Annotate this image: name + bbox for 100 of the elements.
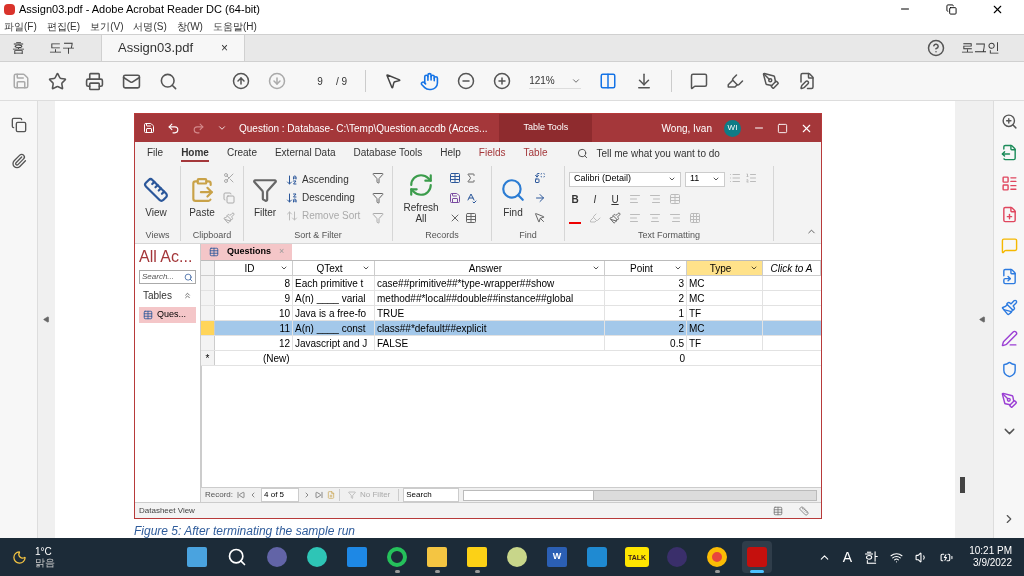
tab[interactable]: Assign03.pdf × xyxy=(101,35,245,61)
search-icon[interactable] xyxy=(577,147,589,159)
tab[interactable]: 도구 xyxy=(37,35,87,61)
document-tab[interactable]: Questions × xyxy=(201,244,293,260)
ribbon-tab[interactable]: Create xyxy=(226,144,257,162)
previous-page-icon[interactable] xyxy=(232,72,250,90)
scrollbar-thumb[interactable] xyxy=(464,490,595,500)
user-avatar[interactable]: WI xyxy=(724,119,741,137)
go-to-icon[interactable] xyxy=(534,191,546,204)
menu-item[interactable]: 서명(S) xyxy=(133,18,167,34)
table-row[interactable]: 8 Each primitive t case##primitive##*type-wrapper##show 3 MC xyxy=(201,276,821,291)
more-icon[interactable] xyxy=(465,211,477,224)
search-field[interactable]: Search... xyxy=(139,270,196,284)
pen-icon[interactable] xyxy=(761,72,780,90)
zoom-icon[interactable] xyxy=(1000,113,1018,130)
ribbon-button[interactable]: Paste xyxy=(185,177,219,218)
menu-item[interactable]: 파일(F) xyxy=(4,18,37,34)
highlighter-icon[interactable] xyxy=(725,72,744,90)
menu-item[interactable]: 편집(E) xyxy=(46,18,81,34)
caret-icon[interactable] xyxy=(674,264,682,272)
ribbon-button[interactable]: Ascending xyxy=(286,173,361,186)
collapse-left-icon[interactable] xyxy=(43,316,50,323)
wifi-icon[interactable] xyxy=(890,550,904,564)
ribbon-tab[interactable]: Fields xyxy=(478,144,506,162)
format-button[interactable]: U xyxy=(609,191,621,207)
zoom-level-field[interactable]: 121% xyxy=(529,73,555,88)
taskbar-app-button[interactable]: W xyxy=(542,541,572,573)
fill-color-icon[interactable] xyxy=(609,211,621,224)
star-icon[interactable] xyxy=(48,71,67,91)
clock-date[interactable]: 3/9/2022 xyxy=(973,557,1012,569)
tab[interactable]: 홈 xyxy=(0,35,37,61)
ribbon-tab[interactable]: Home xyxy=(181,144,209,162)
comment-icon[interactable] xyxy=(689,72,708,90)
nav-pane-title[interactable]: All Ac... xyxy=(139,248,196,266)
table-row[interactable]: 11 A(n) ____ const class##*default##explicit 2 MC xyxy=(201,321,821,336)
nav-section-header[interactable]: Tables xyxy=(143,288,172,303)
caret-icon[interactable] xyxy=(280,264,288,272)
pages-icon[interactable] xyxy=(10,117,27,133)
caret-icon[interactable] xyxy=(592,264,600,272)
paperclip-icon[interactable] xyxy=(10,153,27,169)
sign-in-link[interactable]: 로그인 xyxy=(961,38,1000,58)
input-indicator[interactable]: 한 xyxy=(864,546,879,568)
fill-sign-icon[interactable] xyxy=(1000,330,1018,347)
search-field[interactable]: Search xyxy=(403,488,460,502)
clock-time[interactable]: 10:21 PM xyxy=(969,545,1012,557)
caret-icon[interactable] xyxy=(712,175,720,183)
select-cursor-icon[interactable] xyxy=(384,72,403,90)
ribbon-tab[interactable]: Help xyxy=(440,144,461,162)
column-header[interactable]: Type xyxy=(687,261,763,275)
next-record-icon[interactable] xyxy=(303,491,311,499)
taskbar-app-button[interactable] xyxy=(742,541,772,573)
expand-right-icon[interactable] xyxy=(979,316,986,323)
customize-icon[interactable] xyxy=(217,123,227,133)
ribbon-tab[interactable]: File xyxy=(147,144,164,162)
scrollbar-thumb[interactable] xyxy=(960,476,965,493)
page-number-field[interactable]: 9 xyxy=(312,73,328,89)
undo-icon[interactable] xyxy=(167,121,180,135)
selection-filter-icon[interactable] xyxy=(372,171,385,184)
caret-icon[interactable] xyxy=(750,264,758,272)
search-icon[interactable] xyxy=(159,71,178,91)
zoom-in-icon[interactable] xyxy=(493,72,512,90)
fit-page-icon[interactable] xyxy=(598,72,617,90)
advanced-filter-icon[interactable] xyxy=(372,191,385,204)
table-row[interactable]: 10 Java is a free-fo TRUE 1 TF xyxy=(201,306,821,321)
signature-icon[interactable] xyxy=(1000,392,1018,409)
caret-icon[interactable] xyxy=(668,175,676,183)
menu-item[interactable]: 도움말(H) xyxy=(212,18,257,34)
ribbon-button[interactable]: View xyxy=(139,177,173,218)
font-size-dropdown[interactable]: 11 xyxy=(685,171,725,187)
edit-document-icon[interactable] xyxy=(797,72,816,90)
toggle-filter-icon[interactable] xyxy=(372,211,385,224)
zoom-out-icon[interactable] xyxy=(457,72,476,90)
new-record-icon[interactable] xyxy=(449,171,461,184)
restore-icon[interactable] xyxy=(945,3,957,15)
font-name-dropdown[interactable]: Calibri (Detail) xyxy=(569,171,681,187)
ribbon-tab[interactable]: Database Tools xyxy=(353,144,423,162)
export-file-icon[interactable] xyxy=(1000,144,1018,161)
collapse-icon[interactable] xyxy=(183,291,192,300)
format-button[interactable]: I xyxy=(589,191,601,207)
protect-icon[interactable] xyxy=(1000,361,1018,378)
hand-icon[interactable] xyxy=(420,71,440,91)
menu-item[interactable]: 보기(V) xyxy=(90,18,124,34)
replace-icon[interactable] xyxy=(534,171,546,184)
nav-item[interactable]: Ques... xyxy=(139,307,196,323)
select-icon[interactable] xyxy=(534,211,546,224)
edit-icon[interactable] xyxy=(1000,299,1018,316)
close-tab-button[interactable]: × xyxy=(221,39,228,57)
print-icon[interactable] xyxy=(85,71,104,91)
ribbon-tab[interactable]: External Data xyxy=(274,144,336,162)
totals-icon[interactable] xyxy=(465,171,477,184)
format-button[interactable]: B xyxy=(569,191,581,207)
save-record-icon[interactable] xyxy=(449,191,461,204)
input-indicator[interactable]: A xyxy=(842,546,853,568)
record-position-field[interactable]: 4 of 5 xyxy=(261,488,299,502)
ribbon-button[interactable]: Find xyxy=(496,177,530,218)
caret-icon[interactable] xyxy=(362,264,370,272)
ribbon-button[interactable]: Refresh All xyxy=(397,171,445,224)
spelling-icon[interactable] xyxy=(465,191,477,204)
organize-pages-icon[interactable] xyxy=(1000,175,1018,192)
combine-files-icon[interactable] xyxy=(1000,268,1018,285)
